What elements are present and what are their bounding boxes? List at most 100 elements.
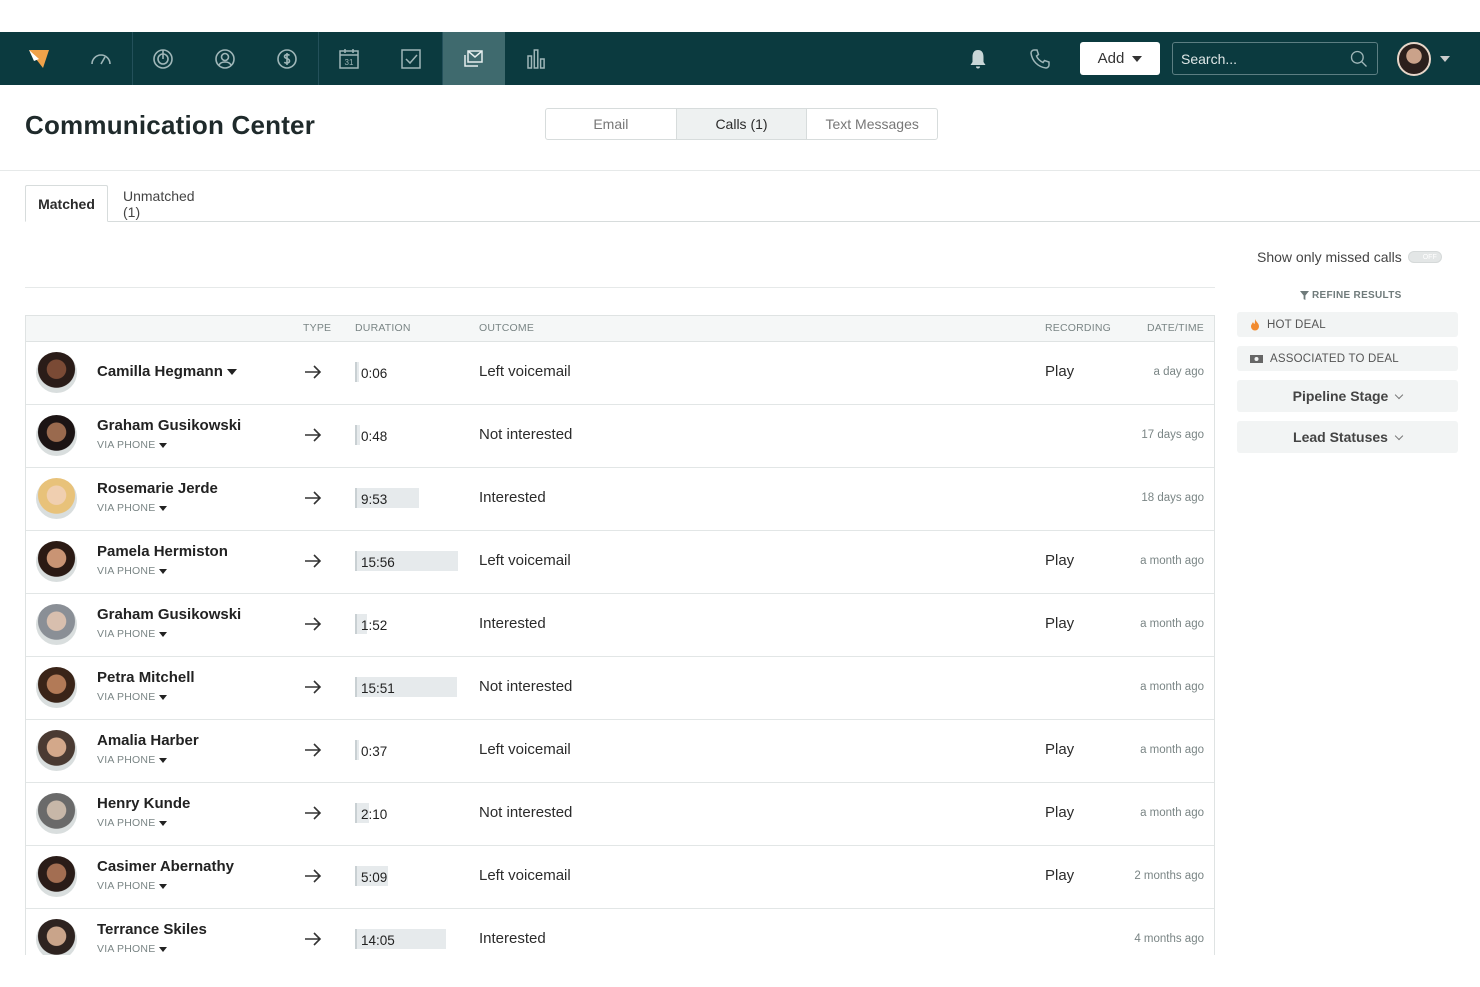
lead-statuses-dropdown[interactable]: Lead Statuses [1237, 421, 1458, 453]
avatar[interactable] [36, 541, 77, 582]
table-row[interactable]: Rosemarie Jerde VIA PHONE 9:53 Interested 18… [26, 468, 1214, 531]
column-outcome[interactable]: OUTCOME [479, 322, 534, 334]
play-recording-link[interactable]: Play [1045, 615, 1074, 632]
table-row[interactable]: Graham Gusikowski VIA PHONE 0:48 Not intere… [26, 405, 1214, 468]
hot-deal-filter[interactable]: HOT DEAL [1237, 312, 1458, 337]
via-channel[interactable]: VIA PHONE [97, 817, 168, 829]
avatar[interactable] [36, 730, 77, 771]
via-channel[interactable]: VIA PHONE [97, 502, 168, 514]
leads-icon[interactable] [132, 32, 194, 85]
tab-unmatched[interactable]: Unmatched (1) [123, 185, 195, 222]
missed-calls-label: Show only missed calls [1257, 249, 1402, 265]
avatar[interactable] [36, 604, 77, 645]
play-recording-link[interactable]: Play [1045, 867, 1074, 884]
chevron-down-icon [159, 442, 168, 448]
avatar[interactable] [36, 415, 77, 456]
call-outcome: Not interested [479, 678, 573, 695]
contact-name[interactable]: Casimer Abernathy [97, 858, 234, 875]
tab-calls[interactable]: Calls (1) [676, 109, 808, 139]
avatar[interactable] [36, 667, 77, 708]
table-row[interactable]: Terrance Skiles VIA PHONE 14:05 Interested 4… [26, 909, 1214, 955]
chevron-down-icon [159, 694, 168, 700]
tab-text-messages[interactable]: Text Messages [807, 109, 937, 139]
avatar[interactable] [36, 478, 77, 519]
contact-name[interactable]: Terrance Skiles [97, 921, 207, 938]
phone-icon[interactable] [1009, 32, 1071, 85]
search-input[interactable] [1181, 43, 1341, 74]
contact-name[interactable]: Camilla Hegmann [97, 363, 237, 380]
bell-icon[interactable] [947, 32, 1009, 85]
call-outcome: Interested [479, 930, 546, 947]
via-channel-label: VIA PHONE [97, 565, 156, 577]
add-button[interactable]: Add [1080, 42, 1160, 75]
table-row[interactable]: Henry Kunde VIA PHONE 2:10 Not interested Pl… [26, 783, 1214, 846]
tab-matched[interactable]: Matched [25, 185, 108, 222]
communication-icon[interactable] [443, 32, 505, 85]
avatar[interactable] [36, 352, 77, 393]
play-recording-link[interactable]: Play [1045, 363, 1074, 380]
chevron-down-icon[interactable] [1440, 56, 1450, 62]
column-type[interactable]: TYPE [303, 322, 331, 334]
outgoing-arrow-icon [305, 680, 322, 694]
avatar[interactable] [36, 919, 77, 955]
missed-calls-toggle[interactable]: OFF [1407, 251, 1442, 263]
reports-icon[interactable] [505, 32, 567, 85]
column-datetime[interactable]: DATE/TIME [1147, 322, 1204, 334]
via-channel[interactable]: VIA PHONE [97, 880, 168, 892]
dashboard-icon[interactable] [70, 32, 132, 85]
contact-name[interactable]: Amalia Harber [97, 732, 199, 749]
via-channel[interactable]: VIA PHONE [97, 565, 168, 577]
play-recording-link[interactable]: Play [1045, 552, 1074, 569]
user-avatar[interactable] [1397, 42, 1431, 76]
table-row[interactable]: Amalia Harber VIA PHONE 0:37 Left voicemail… [26, 720, 1214, 783]
avatar[interactable] [36, 793, 77, 834]
associated-to-deal-filter[interactable]: ASSOCIATED TO DEAL [1237, 346, 1458, 371]
search-icon[interactable] [1349, 49, 1369, 69]
chevron-down-icon [159, 946, 168, 952]
via-channel[interactable]: VIA PHONE [97, 691, 168, 703]
table-row[interactable]: Camilla Hegmann 0:06 Left voicemail Play a d… [26, 342, 1214, 405]
table-row[interactable]: Casimer Abernathy VIA PHONE 5:09 Left voice… [26, 846, 1214, 909]
contact-name[interactable]: Graham Gusikowski [97, 606, 241, 623]
search-box[interactable] [1172, 42, 1378, 75]
via-channel[interactable]: VIA PHONE [97, 754, 168, 766]
call-duration: 5:09 [355, 866, 388, 888]
contact-name[interactable]: Pamela Hermiston [97, 543, 228, 560]
via-channel-label: VIA PHONE [97, 502, 156, 514]
pipeline-stage-dropdown[interactable]: Pipeline Stage [1237, 380, 1458, 412]
toggle-state: OFF [1422, 254, 1437, 261]
table-row[interactable]: Graham Gusikowski VIA PHONE 1:52 Interested… [26, 594, 1214, 657]
outgoing-arrow-icon [305, 932, 322, 946]
column-recording[interactable]: RECORDING [1045, 322, 1111, 334]
calls-table: TYPE DURATION OUTCOME RECORDING DATE/TIM… [25, 315, 1215, 955]
outgoing-arrow-icon [305, 365, 322, 379]
chevron-down-icon[interactable] [226, 369, 237, 376]
table-row[interactable]: Pamela Hermiston VIA PHONE 15:56 Left voice… [26, 531, 1214, 594]
column-duration[interactable]: DURATION [355, 322, 411, 334]
calendar-icon[interactable]: 31 [318, 32, 380, 85]
contact-name-text: Graham Gusikowski [97, 606, 242, 623]
contacts-icon[interactable] [194, 32, 256, 85]
via-channel[interactable]: VIA PHONE [97, 439, 168, 451]
deals-icon[interactable] [256, 32, 318, 85]
table-row[interactable]: Petra Mitchell VIA PHONE 15:51 Not interest… [26, 657, 1214, 720]
via-channel-label: VIA PHONE [97, 943, 156, 955]
logo-icon[interactable] [8, 32, 70, 85]
tab-email[interactable]: Email [546, 109, 677, 139]
call-date: 17 days ago [1141, 429, 1204, 441]
page-title: Communication Center [25, 110, 316, 140]
via-channel[interactable]: VIA PHONE [97, 628, 168, 640]
avatar[interactable] [36, 856, 77, 897]
contact-name[interactable]: Henry Kunde [97, 795, 190, 812]
via-channel[interactable]: VIA PHONE [97, 943, 168, 955]
contact-name[interactable]: Rosemarie Jerde [97, 480, 218, 497]
tasks-icon[interactable] [380, 32, 442, 85]
contact-name[interactable]: Graham Gusikowski [97, 417, 241, 434]
hot-deal-label: HOT DEAL [1267, 318, 1326, 331]
add-button-label: Add [1097, 50, 1125, 67]
contact-name[interactable]: Petra Mitchell [97, 669, 195, 686]
play-recording-link[interactable]: Play [1045, 804, 1074, 821]
play-recording-link[interactable]: Play [1045, 741, 1074, 758]
call-outcome: Left voicemail [479, 741, 571, 758]
call-duration: 15:51 [355, 677, 457, 699]
